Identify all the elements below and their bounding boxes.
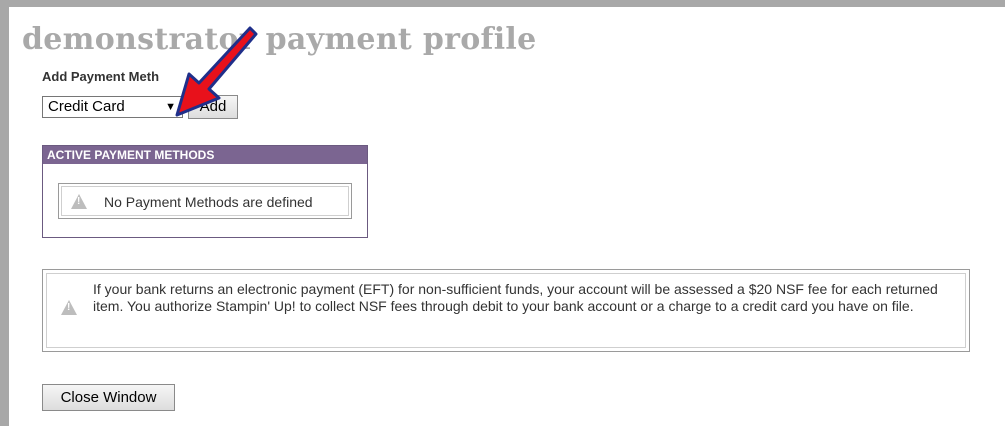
add-payment-method-label: Add Payment Meth: [42, 69, 160, 84]
warning-icon: [71, 194, 87, 209]
app-window: demonstrator payment profile Add Payment…: [0, 0, 1005, 426]
payment-type-select-value: Credit Card: [48, 98, 125, 115]
active-payment-methods-panel: ACTIVE PAYMENT METHODS No Payment Method…: [42, 145, 368, 238]
close-window-button[interactable]: Close Window: [42, 384, 175, 411]
nsf-notice-text: If your bank returns an electronic payme…: [93, 281, 938, 314]
red-arrow-annotation: [175, 26, 258, 117]
arrow-shape: [175, 26, 258, 117]
nsf-notice-box: If your bank returns an electronic payme…: [42, 269, 970, 352]
empty-state-message: No Payment Methods are defined: [104, 194, 313, 210]
panel-header: ACTIVE PAYMENT METHODS: [43, 146, 367, 164]
warning-icon: [61, 300, 77, 315]
empty-state-box: No Payment Methods are defined: [58, 183, 352, 219]
page-title: demonstrator payment profile: [22, 22, 537, 57]
